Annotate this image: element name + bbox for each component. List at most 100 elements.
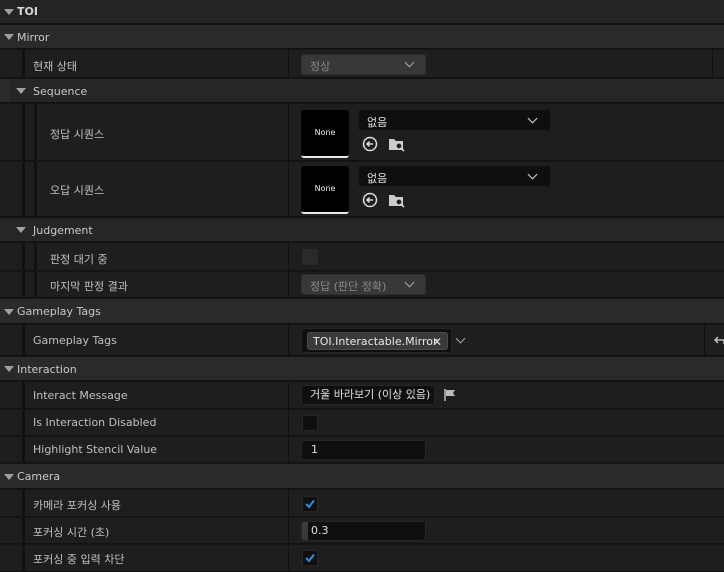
category-title: Judgement (33, 224, 93, 237)
column-divider[interactable] (288, 518, 289, 543)
column-divider[interactable] (288, 382, 289, 408)
indent-bar (22, 437, 25, 462)
collapse-caret-icon[interactable] (16, 227, 26, 233)
collapse-caret-icon[interactable] (16, 88, 26, 94)
current-state-dropdown[interactable]: 정상 (301, 54, 426, 75)
property-label: Gameplay Tags (33, 334, 117, 347)
column-divider[interactable] (288, 410, 289, 435)
category-title: Camera (17, 470, 61, 483)
property-row-block-input: 포커싱 중 입력 차단 (0, 545, 724, 572)
checkmark-icon (305, 553, 315, 563)
indent-bar (22, 104, 25, 160)
chevron-down-icon (527, 113, 538, 124)
input-value: 0.3 (311, 524, 329, 537)
property-label: 포커싱 시간 (초) (33, 526, 110, 539)
asset-picker-dropdown[interactable]: 없음 (358, 165, 551, 187)
indent-bar (22, 325, 25, 355)
property-label: 오답 시퀀스 (50, 184, 105, 197)
collapse-caret-icon[interactable] (4, 474, 14, 480)
tag-label: TOI.Interactable.Mirror (313, 335, 438, 348)
property-row-highlight-stencil: Highlight Stencil Value 1 (0, 437, 724, 463)
property-label: Highlight Stencil Value (33, 443, 158, 456)
reset-to-default-icon[interactable] (712, 334, 724, 346)
collapse-caret-icon[interactable] (4, 309, 14, 315)
category-toi[interactable]: TOI (0, 0, 724, 24)
interaction-disabled-checkbox[interactable] (302, 415, 318, 431)
asset-thumbnail[interactable]: None (301, 110, 349, 158)
checkmark-icon (305, 499, 315, 509)
localization-flag-icon[interactable] (443, 388, 457, 402)
property-label: 판정 대기 중 (50, 253, 108, 266)
column-divider[interactable] (288, 325, 289, 355)
indent-bar (22, 545, 25, 571)
block-input-checkbox[interactable] (302, 550, 318, 566)
property-label: Interact Message (33, 389, 128, 402)
indent-bar (22, 243, 25, 270)
category-interaction[interactable]: Interaction (0, 357, 724, 381)
collapse-caret-icon[interactable] (4, 366, 14, 372)
category-camera[interactable]: Camera (0, 464, 724, 489)
property-label: 정답 시퀀스 (50, 128, 105, 141)
collapse-caret-icon[interactable] (4, 9, 14, 15)
category-sequence[interactable]: Sequence (0, 79, 724, 103)
asset-thumbnail[interactable]: None (301, 166, 349, 214)
category-title: Sequence (33, 85, 88, 98)
column-divider[interactable] (288, 545, 289, 571)
browse-folder-icon[interactable] (388, 136, 406, 152)
category-judgement[interactable]: Judgement (0, 218, 724, 242)
property-row-wrong-sequence: 오답 시퀀스 None 없음 (0, 162, 724, 217)
tag-container[interactable]: TOI.Interactable.Mirror ✕ (301, 328, 452, 353)
close-icon[interactable]: ✕ (432, 333, 442, 351)
category-gameplay-tags[interactable]: Gameplay Tags (0, 299, 724, 324)
property-label: 현재 상태 (33, 60, 77, 73)
focus-time-input[interactable]: 0.3 (301, 521, 426, 541)
spin-slider-fill (302, 522, 308, 540)
indent-bar (34, 272, 37, 297)
property-label: 카메라 포커싱 사용 (33, 499, 121, 512)
column-divider[interactable] (288, 162, 289, 216)
property-row-focus-time: 포커싱 시간 (초) 0.3 (0, 518, 724, 544)
category-title: Interaction (17, 363, 77, 376)
property-row-correct-sequence: 정답 시퀀스 None 없음 (0, 104, 724, 161)
chevron-down-icon (404, 57, 415, 68)
indent-bar (22, 272, 25, 297)
property-row-last-result: 마지막 판정 결과 정답 (판단 정확) (0, 272, 724, 298)
highlight-stencil-input[interactable]: 1 (301, 440, 426, 460)
category-mirror[interactable]: Mirror (0, 25, 724, 49)
use-selected-arrow-icon[interactable] (362, 192, 378, 208)
chevron-down-icon[interactable] (455, 333, 466, 344)
interact-message-input[interactable]: 거울 바라보기 (이상 있음) (301, 385, 435, 405)
indent-bar (22, 410, 25, 435)
category-title: Gameplay Tags (17, 305, 101, 318)
camera-focus-checkbox[interactable] (302, 496, 318, 512)
property-row-interact-message: Interact Message 거울 바라보기 (이상 있음) (0, 382, 724, 409)
chevron-down-icon (404, 277, 415, 288)
property-label: 포커싱 중 입력 차단 (33, 553, 125, 566)
asset-picker-dropdown[interactable]: 없음 (358, 109, 551, 131)
property-label: 마지막 판정 결과 (50, 280, 128, 293)
property-label: Is Interaction Disabled (33, 416, 157, 429)
column-divider[interactable] (288, 272, 289, 297)
indent-bar (22, 162, 25, 216)
property-row-interaction-disabled: Is Interaction Disabled (0, 410, 724, 436)
column-divider[interactable] (288, 490, 289, 516)
dropdown-value: 없음 (367, 172, 388, 185)
collapse-caret-icon[interactable] (4, 34, 14, 40)
column-divider[interactable] (288, 104, 289, 160)
gameplay-tag-chip[interactable]: TOI.Interactable.Mirror ✕ (307, 332, 448, 350)
browse-folder-icon[interactable] (388, 192, 406, 208)
property-row-judgement-waiting: 판정 대기 중 (0, 243, 724, 271)
column-divider[interactable] (288, 437, 289, 462)
indent-bar (22, 490, 25, 516)
indent-bar (22, 518, 25, 543)
column-divider[interactable] (288, 243, 289, 270)
use-selected-arrow-icon[interactable] (362, 136, 378, 152)
column-divider[interactable] (288, 50, 289, 77)
chevron-down-icon (527, 169, 538, 180)
category-title: TOI (17, 5, 38, 18)
judgement-waiting-checkbox (302, 249, 318, 265)
property-row-current-state: 현재 상태 정상 (0, 50, 724, 78)
indent-bar (34, 243, 37, 270)
category-title: Mirror (17, 31, 50, 44)
property-row-camera-focus: 카메라 포커싱 사용 (0, 490, 724, 517)
